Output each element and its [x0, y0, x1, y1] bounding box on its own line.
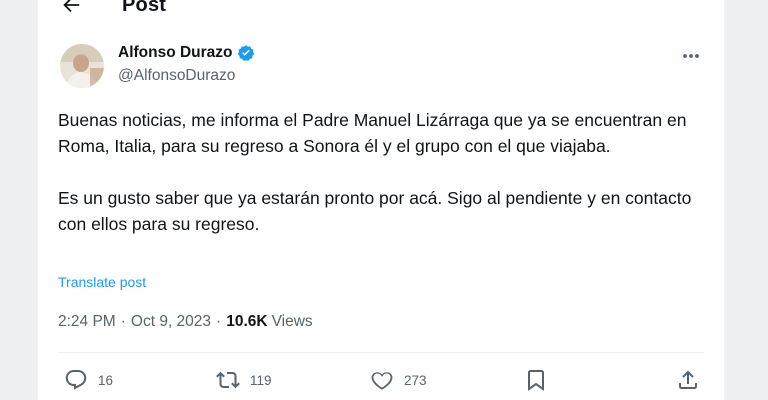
author-handle[interactable]: @AlfonsoDurazo: [118, 67, 235, 85]
translate-post-link[interactable]: Translate post: [58, 274, 146, 290]
views-count[interactable]: 10.6K: [226, 313, 267, 331]
avatar-image: [60, 44, 104, 88]
author-name-row: Alfonso Durazo: [118, 44, 255, 62]
post-time[interactable]: 2:24 PM: [58, 313, 116, 331]
bookmark-icon: [528, 370, 544, 391]
post-paragraph-1: Buenas noticias, me informa el Padre Man…: [58, 110, 687, 156]
like-button[interactable]: 273: [370, 366, 427, 394]
verified-badge-icon[interactable]: [237, 44, 255, 62]
reply-icon: [65, 370, 87, 390]
share-icon: [679, 370, 697, 389]
post-header: Post: [38, 0, 724, 26]
arrow-left-icon: [63, 0, 80, 13]
views-label: Views: [271, 313, 313, 330]
bookmark-button[interactable]: [524, 366, 548, 394]
repost-count: 119: [250, 372, 272, 388]
post-card: Post Alfonso Durazo @AlfonsoDurazo Buena…: [37, 0, 725, 400]
heart-icon: [371, 372, 393, 390]
back-button[interactable]: [58, 0, 84, 18]
avatar[interactable]: [60, 44, 104, 88]
repost-icon: [216, 371, 240, 389]
post-paragraph-2: Es un gusto saber que ya estarán pronto …: [58, 188, 692, 234]
post-metadata: 2:24 PM · Oct 9, 2023 · 10.6K Views: [58, 313, 313, 331]
post-text: Buenas noticias, me informa el Padre Man…: [58, 107, 708, 237]
author-name[interactable]: Alfonso Durazo: [118, 44, 233, 62]
more-options-button[interactable]: [680, 46, 702, 66]
post-date[interactable]: Oct 9, 2023: [131, 313, 211, 331]
share-button[interactable]: [676, 366, 700, 394]
reply-button[interactable]: 16: [64, 366, 113, 394]
reply-count: 16: [98, 372, 114, 388]
page-title: Post: [122, 0, 167, 16]
repost-button[interactable]: 119: [216, 366, 272, 394]
divider: [58, 352, 704, 353]
action-bar: 16 119 273: [38, 366, 724, 394]
meta-separator: ·: [120, 313, 126, 330]
like-count: 273: [404, 372, 427, 388]
more-dots-icon: [683, 54, 699, 58]
meta-separator: ·: [216, 313, 222, 330]
